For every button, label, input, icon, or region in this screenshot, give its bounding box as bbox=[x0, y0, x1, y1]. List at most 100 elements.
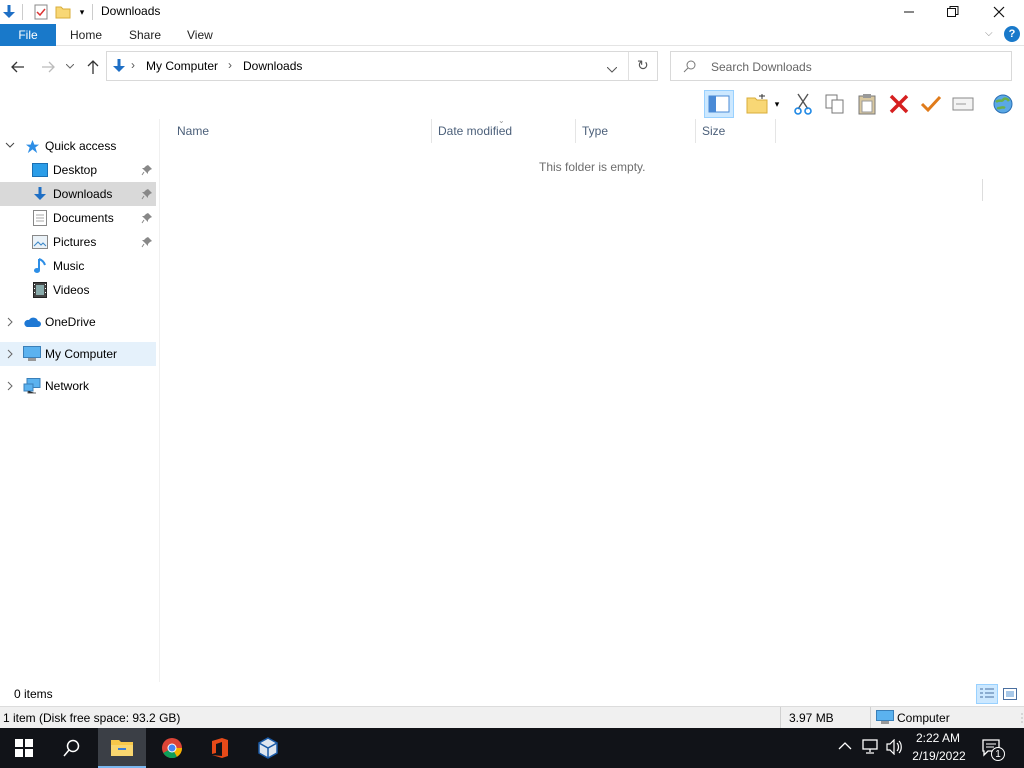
star-icon bbox=[25, 139, 40, 154]
taskbar-virtualbox[interactable] bbox=[244, 728, 292, 768]
help-icon[interactable]: ? bbox=[1004, 26, 1020, 42]
divider bbox=[22, 4, 23, 20]
chevron-right-icon[interactable] bbox=[7, 349, 13, 359]
search-icon bbox=[683, 59, 697, 76]
new-folder-icon[interactable] bbox=[744, 91, 770, 117]
sidebar-item-label: Videos bbox=[53, 283, 90, 297]
show-hidden-icons-button[interactable] bbox=[838, 740, 852, 754]
item-count: 0 items bbox=[14, 687, 53, 701]
expand-ribbon-icon[interactable]: ⌵ bbox=[985, 28, 993, 39]
pin-icon bbox=[141, 237, 152, 248]
breadcrumb-downloads[interactable]: Downloads bbox=[243, 59, 302, 73]
sidebar-item-quick-access[interactable]: Quick access bbox=[0, 134, 156, 158]
window-title: Downloads bbox=[101, 4, 161, 18]
volume-icon[interactable] bbox=[886, 738, 904, 758]
recent-locations-button[interactable] bbox=[62, 57, 78, 77]
sidebar-item-downloads[interactable]: Downloads bbox=[0, 182, 156, 206]
paste-icon[interactable] bbox=[854, 91, 880, 117]
chevron-right-icon[interactable]: › bbox=[131, 58, 135, 72]
taskbar-chrome[interactable] bbox=[148, 728, 196, 768]
rename-icon[interactable] bbox=[950, 91, 976, 117]
chevron-down-icon[interactable]: ▾ bbox=[770, 91, 784, 117]
delete-icon[interactable] bbox=[886, 91, 912, 117]
location-label: Computer bbox=[897, 711, 950, 725]
address-bar[interactable]: › My Computer › Downloads ↻ bbox=[106, 51, 658, 81]
refresh-icon[interactable]: ↻ bbox=[637, 57, 649, 74]
search-input[interactable]: Search Downloads bbox=[711, 60, 812, 74]
selection-size: 3.97 MB bbox=[789, 711, 834, 725]
divider bbox=[870, 707, 871, 728]
search-icon bbox=[63, 739, 80, 757]
navigation-pane-button[interactable] bbox=[704, 90, 734, 118]
divider bbox=[628, 52, 629, 80]
network-icon bbox=[23, 378, 41, 394]
sidebar-item-pictures[interactable]: Pictures bbox=[0, 230, 156, 254]
chevron-right-icon[interactable]: › bbox=[228, 58, 232, 72]
resize-grip-icon[interactable] bbox=[1014, 711, 1024, 725]
cut-icon[interactable] bbox=[790, 91, 816, 117]
column-header-size[interactable]: Size bbox=[696, 119, 776, 143]
downloads-icon bbox=[111, 58, 127, 77]
properties-icon[interactable] bbox=[32, 3, 50, 21]
checkmark-icon[interactable] bbox=[918, 91, 944, 117]
close-button[interactable] bbox=[976, 0, 1022, 24]
desktop-icon bbox=[32, 163, 48, 177]
up-button[interactable] bbox=[83, 57, 103, 77]
divider bbox=[92, 4, 93, 20]
breadcrumb-my-computer[interactable]: My Computer bbox=[146, 59, 218, 73]
chevron-right-icon[interactable] bbox=[7, 381, 13, 391]
copy-icon[interactable] bbox=[822, 91, 848, 117]
file-list[interactable] bbox=[160, 143, 1024, 682]
sidebar-item-label: Desktop bbox=[53, 163, 98, 177]
file-explorer-icon bbox=[111, 740, 133, 756]
network-tray-icon[interactable] bbox=[862, 739, 880, 758]
music-icon bbox=[34, 258, 46, 273]
search-button[interactable] bbox=[48, 728, 96, 768]
office-icon bbox=[212, 738, 228, 758]
globe-icon[interactable] bbox=[990, 91, 1016, 117]
chevron-right-icon[interactable] bbox=[7, 317, 13, 327]
tab-share[interactable]: Share bbox=[129, 28, 161, 42]
forward-button[interactable] bbox=[38, 57, 58, 77]
restore-button[interactable] bbox=[930, 0, 976, 24]
sidebar-item-label: Downloads bbox=[53, 187, 113, 201]
navigation-pane: Quick access Desktop Downloads Documents… bbox=[0, 119, 160, 682]
minimize-button[interactable] bbox=[886, 0, 932, 24]
back-button[interactable] bbox=[8, 57, 28, 77]
sidebar-item-network[interactable]: Network bbox=[0, 374, 156, 398]
taskbar-file-explorer[interactable] bbox=[98, 728, 146, 768]
sidebar-item-label: Pictures bbox=[53, 235, 97, 249]
tab-home[interactable]: Home bbox=[70, 28, 102, 42]
new-folder-icon[interactable] bbox=[54, 3, 72, 21]
customize-toolbar-icon[interactable]: ▾ bbox=[73, 3, 91, 21]
search-box[interactable]: Search Downloads bbox=[670, 51, 1012, 81]
sidebar-item-videos[interactable]: Videos bbox=[0, 278, 156, 302]
details-view-icon bbox=[980, 688, 994, 698]
tab-view[interactable]: View bbox=[187, 28, 213, 42]
large-icons-view-button[interactable] bbox=[1000, 684, 1020, 704]
sidebar-item-onedrive[interactable]: OneDrive bbox=[0, 310, 156, 334]
sidebar-item-music[interactable]: Music bbox=[0, 254, 156, 278]
column-header-type[interactable]: Type bbox=[576, 119, 696, 143]
taskbar: 2:22 AM 2/19/2022 1 bbox=[0, 728, 1024, 768]
address-history-dropdown[interactable] bbox=[606, 62, 618, 76]
details-view-button[interactable] bbox=[976, 684, 998, 704]
clock-time[interactable]: 2:22 AM bbox=[910, 731, 966, 745]
start-button[interactable] bbox=[0, 728, 48, 768]
command-toolbar: ▾ bbox=[0, 87, 1024, 201]
computer-icon bbox=[23, 346, 41, 361]
column-headers: Name Date modified ⌄ Type Size bbox=[160, 116, 1024, 143]
sidebar-item-my-computer[interactable]: My Computer bbox=[0, 342, 156, 366]
large-icons-view-icon bbox=[1003, 688, 1017, 700]
taskbar-office[interactable] bbox=[196, 728, 244, 768]
pin-icon bbox=[141, 213, 152, 224]
tab-file[interactable]: File bbox=[0, 24, 56, 46]
computer-icon bbox=[876, 710, 894, 724]
sidebar-item-desktop[interactable]: Desktop bbox=[0, 158, 156, 182]
column-header-name[interactable]: Name bbox=[171, 119, 432, 143]
disk-info: 1 item (Disk free space: 93.2 GB) bbox=[3, 711, 181, 725]
cloud-icon bbox=[24, 317, 41, 327]
clock-date[interactable]: 2/19/2022 bbox=[908, 749, 970, 763]
sidebar-item-documents[interactable]: Documents bbox=[0, 206, 156, 230]
title-bar: ▾ Downloads bbox=[0, 0, 1024, 24]
